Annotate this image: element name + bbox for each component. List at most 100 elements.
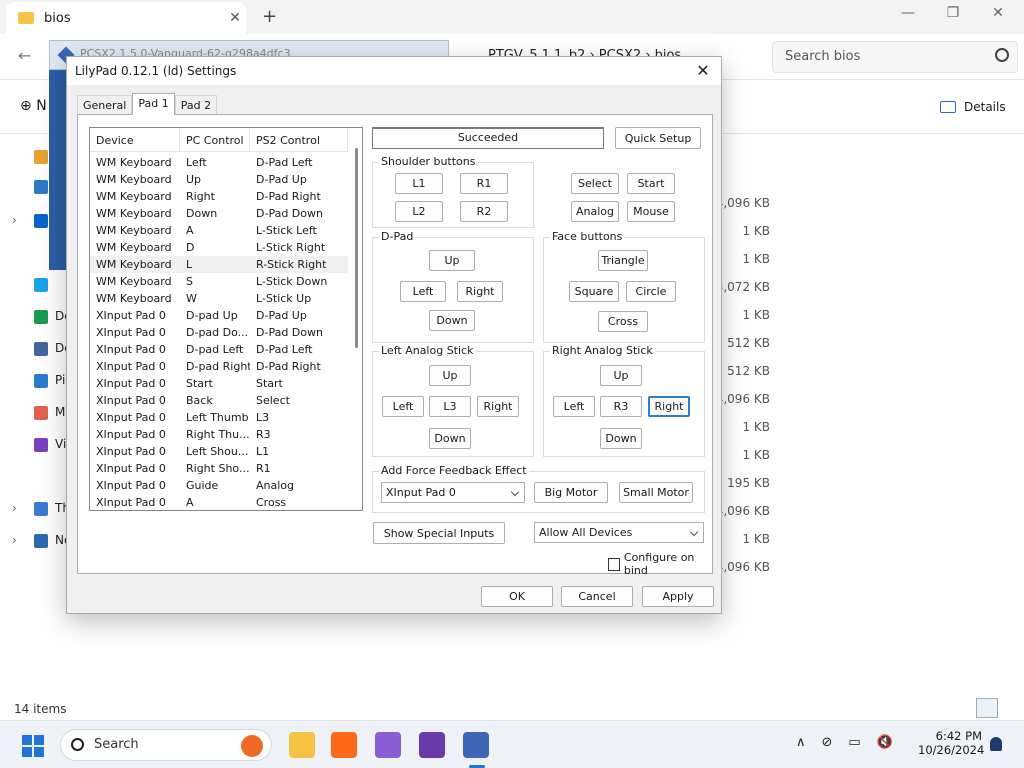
dpad-down-button[interactable]: Down xyxy=(429,310,475,331)
chevron-up-icon[interactable]: ∧ xyxy=(796,735,806,750)
checkbox-box[interactable] xyxy=(608,557,620,571)
tab-pad-1[interactable]: Pad 1 xyxy=(132,93,175,115)
binding-row[interactable]: WM Keyboard Down D-Pad Down xyxy=(90,205,350,222)
apply-button[interactable]: Apply xyxy=(642,586,714,607)
network-off-icon[interactable]: ⊘ xyxy=(822,735,833,750)
right-stick-up-button[interactable]: Up xyxy=(600,365,642,386)
ok-button[interactable]: OK xyxy=(481,586,553,607)
binding-row[interactable]: WM Keyboard L R-Stick Right xyxy=(90,256,350,273)
dpad-left-button[interactable]: Left xyxy=(400,281,446,302)
circle-button[interactable]: Circle xyxy=(626,281,676,302)
binding-row[interactable]: WM Keyboard Left D-Pad Left xyxy=(90,154,350,171)
chevron-right-icon[interactable]: › xyxy=(12,213,17,227)
r2-button[interactable]: R2 xyxy=(460,201,508,222)
square-button[interactable]: Square xyxy=(569,281,619,302)
nav-item-icon[interactable] xyxy=(34,502,48,516)
binding-row[interactable]: XInput Pad 0 Start Start xyxy=(90,375,350,392)
left-stick-down-button[interactable]: Down xyxy=(429,428,471,449)
binding-row[interactable]: XInput Pad 0 A Cross xyxy=(90,494,350,510)
device-filter-select[interactable]: Allow All Devices xyxy=(534,522,704,543)
scrollbar-thumb[interactable] xyxy=(355,148,358,348)
analog-button[interactable]: Analog xyxy=(571,201,619,222)
cancel-button[interactable]: Cancel xyxy=(561,586,633,607)
bindings-scrollbar[interactable] xyxy=(348,128,362,510)
notification-bell-icon[interactable] xyxy=(990,737,1002,751)
column-pc-control[interactable]: PC Control xyxy=(180,128,250,151)
force-feedback-device-select[interactable]: XInput Pad 0 xyxy=(381,482,525,503)
taskbar-clock[interactable]: 6:42 PM 10/26/2024 xyxy=(918,729,984,757)
nav-item-icon[interactable] xyxy=(34,150,48,164)
taskbar-search[interactable]: Search xyxy=(60,729,272,761)
nav-item-label[interactable]: Vi xyxy=(55,437,66,451)
chevron-right-icon[interactable]: › xyxy=(12,533,17,547)
nav-item-icon[interactable] xyxy=(34,406,48,420)
back-arrow-icon[interactable]: ← xyxy=(18,46,31,65)
l1-button[interactable]: L1 xyxy=(395,173,443,194)
minimize-icon[interactable]: — xyxy=(893,5,923,21)
binding-row[interactable]: WM Keyboard Right D-Pad Right xyxy=(90,188,350,205)
app-purple-icon[interactable] xyxy=(375,732,401,758)
l2-button[interactable]: L2 xyxy=(395,201,443,222)
bindings-list[interactable]: Device PC Control PS2 Control WM Keyboar… xyxy=(89,127,363,511)
l3-button[interactable]: L3 xyxy=(429,396,471,417)
binding-row[interactable]: XInput Pad 0 Right Sho... R1 xyxy=(90,460,350,477)
left-stick-left-button[interactable]: Left xyxy=(382,396,424,417)
close-tab-icon[interactable]: ✕ xyxy=(224,10,246,26)
nav-item-icon[interactable] xyxy=(34,180,48,194)
details-button[interactable]: Details xyxy=(940,100,1006,114)
select-button[interactable]: Select xyxy=(571,173,619,194)
right-stick-right-button[interactable]: Right xyxy=(648,396,690,417)
cross-button[interactable]: Cross xyxy=(598,311,648,332)
file-explorer-icon[interactable] xyxy=(289,732,315,758)
big-motor-button[interactable]: Big Motor xyxy=(534,482,608,503)
binding-row[interactable]: WM Keyboard S L-Stick Down xyxy=(90,273,350,290)
nav-item-icon[interactable] xyxy=(34,310,48,324)
binding-row[interactable]: WM Keyboard A L-Stick Left xyxy=(90,222,350,239)
binding-row[interactable]: XInput Pad 0 D-pad Do... D-Pad Down xyxy=(90,324,350,341)
left-stick-up-button[interactable]: Up xyxy=(429,365,471,386)
nav-item-icon[interactable] xyxy=(34,534,48,548)
left-stick-right-button[interactable]: Right xyxy=(477,396,519,417)
small-motor-button[interactable]: Small Motor xyxy=(619,482,693,503)
column-device[interactable]: Device xyxy=(90,128,180,151)
dialog-titlebar[interactable]: LilyPad 0.12.1 (ld) Settings ✕ xyxy=(67,57,721,85)
new-tab-icon[interactable]: + xyxy=(262,6,277,27)
binding-row[interactable]: XInput Pad 0 D-pad Right D-Pad Right xyxy=(90,358,350,375)
r3-button[interactable]: R3 xyxy=(600,396,642,417)
quick-setup-button[interactable]: Quick Setup xyxy=(615,127,701,149)
nav-item-icon[interactable] xyxy=(34,374,48,388)
volume-muted-icon[interactable]: 🔇 xyxy=(877,735,893,750)
r1-button[interactable]: R1 xyxy=(460,173,508,194)
display-icon[interactable]: ▭ xyxy=(848,735,860,750)
details-view-icon[interactable] xyxy=(976,698,998,718)
nav-item-icon[interactable] xyxy=(34,438,48,452)
binding-row[interactable]: XInput Pad 0 Right Thu... R3 xyxy=(90,426,350,443)
binding-row[interactable]: XInput Pad 0 D-pad Left D-Pad Left xyxy=(90,341,350,358)
nav-item-label[interactable]: M xyxy=(55,405,65,419)
nav-item-label[interactable]: Pi xyxy=(55,373,65,387)
binding-row[interactable]: WM Keyboard D L-Stick Right xyxy=(90,239,350,256)
app-cat-icon[interactable] xyxy=(419,732,445,758)
column-ps2-control[interactable]: PS2 Control xyxy=(250,128,348,151)
binding-row[interactable]: XInput Pad 0 Back Select xyxy=(90,392,350,409)
pcsx2-icon[interactable] xyxy=(463,732,489,758)
firefox-icon[interactable] xyxy=(331,732,357,758)
close-window-icon[interactable]: ✕ xyxy=(983,5,1013,21)
mouse-button[interactable]: Mouse xyxy=(627,201,675,222)
right-stick-down-button[interactable]: Down xyxy=(600,428,642,449)
new-button[interactable]: ⊕ N xyxy=(20,98,47,114)
binding-row[interactable]: WM Keyboard W L-Stick Up xyxy=(90,290,350,307)
nav-item-icon[interactable] xyxy=(34,342,48,356)
close-icon[interactable]: ✕ xyxy=(693,61,713,80)
nav-item-icon[interactable] xyxy=(34,214,48,228)
tab-pad-2[interactable]: Pad 2 xyxy=(174,95,218,115)
configure-on-bind-checkbox[interactable]: Configure on bind xyxy=(608,551,712,577)
binding-row[interactable]: XInput Pad 0 D-pad Up D-Pad Up xyxy=(90,307,350,324)
dpad-up-button[interactable]: Up xyxy=(429,250,475,271)
triangle-button[interactable]: Triangle xyxy=(598,250,648,271)
nav-item-icon[interactable] xyxy=(34,278,48,292)
start-button[interactable]: Start xyxy=(627,173,675,194)
tiles-view-icon[interactable] xyxy=(1004,698,1024,718)
dpad-right-button[interactable]: Right xyxy=(457,281,503,302)
windows-start-icon[interactable] xyxy=(22,735,44,757)
